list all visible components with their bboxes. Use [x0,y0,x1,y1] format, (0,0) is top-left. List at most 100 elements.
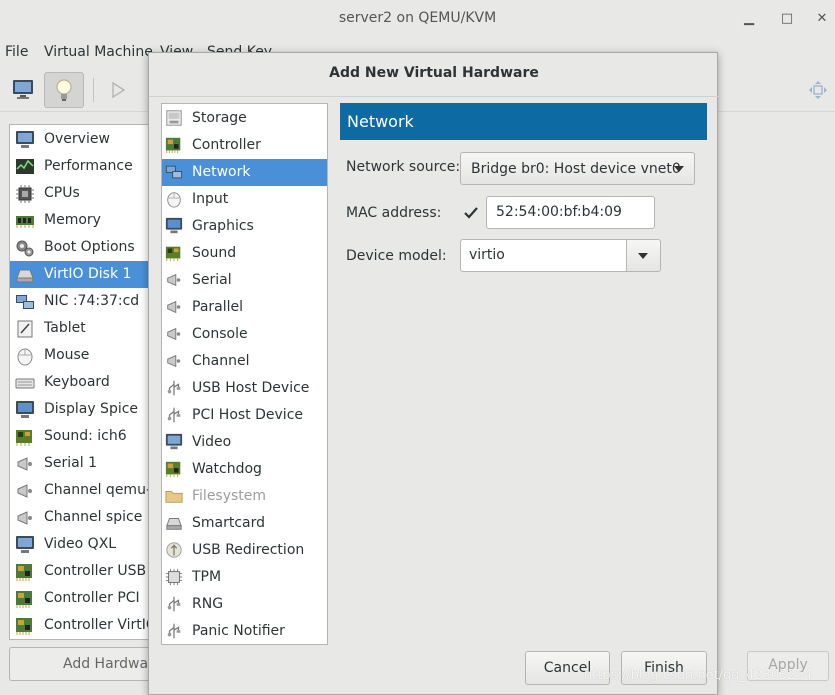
pci-icon [167,407,181,423]
network-card-icon [165,165,183,179]
hardware-type-label: Smartcard [192,515,266,531]
sidebar-item-label: Tablet [44,320,86,336]
hardware-type-usb-redirection[interactable]: USB Redirection [162,537,327,564]
hardware-type-storage[interactable]: Storage [162,105,327,132]
minimize-button[interactable]: ▁ [739,9,759,29]
hardware-type-label: RNG [192,596,224,612]
hardware-type-pci-host-device[interactable]: PCI Host Device [162,402,327,429]
channel-icon [17,511,32,525]
storage-icon [166,110,182,126]
hardware-type-network[interactable]: Network [162,159,327,186]
checkmark-icon [464,207,478,219]
hardware-type-label: Storage [192,110,247,126]
hardware-type-label: Serial [192,272,232,288]
dialog-title: Add New Virtual Hardware [329,65,539,81]
display-icon [16,401,34,418]
mac-address-input[interactable]: 52:54:00:bf:b4:09 [486,196,655,229]
network-source-value: Bridge br0: Host device vnet0 [471,161,681,177]
sidebar-item-label: Controller PCI [44,590,140,606]
device-model-input[interactable]: virtio [460,239,627,272]
details-view-button[interactable] [44,72,84,108]
hardware-type-label: Input [192,191,229,207]
sidebar-item-boot-options[interactable]: Boot Options [10,234,150,261]
hardware-type-video[interactable]: Video [162,429,327,456]
console-view-button[interactable] [3,72,43,108]
sound-card-icon [165,246,181,262]
controller-icon [165,137,181,154]
video-icon [16,536,34,553]
sidebar-item-controller-virtio-serial[interactable]: Controller VirtIO Serial [10,612,150,639]
sidebar-item-serial-1[interactable]: Serial 1 [10,450,150,477]
mac-address-label: MAC address: [346,205,442,221]
hardware-type-tpm[interactable]: TPM [162,564,327,591]
hardware-type-channel[interactable]: Channel [162,348,327,375]
sidebar-item-memory[interactable]: Memory [10,207,150,234]
sidebar-item-keyboard[interactable]: Keyboard [10,369,150,396]
fullscreen-icon[interactable] [808,80,828,100]
mouse-icon [17,348,33,366]
serial-port-icon [167,327,181,341]
sidebar-item-label: Video QXL [44,536,117,552]
hardware-type-label: Console [192,326,248,342]
hardware-type-input[interactable]: Input [162,186,327,213]
hardware-type-controller[interactable]: Controller [162,132,327,159]
hardware-type-panic-notifier[interactable]: Panic Notifier [162,618,327,644]
sidebar-item-overview[interactable]: Overview [10,126,150,153]
hardware-type-rng[interactable]: RNG [162,591,327,618]
display-icon [165,217,183,234]
sidebar-item-controller-pci[interactable]: Controller PCI [10,585,150,612]
sidebar-item-nic-74-37-cd[interactable]: NIC :74:37:cd [10,288,150,315]
hardware-type-graphics[interactable]: Graphics [162,213,327,240]
hardware-type-smartcard[interactable]: Smartcard [162,510,327,537]
video-icon [165,433,183,450]
section-title: Network [347,112,414,131]
hardware-type-parallel[interactable]: Parallel [162,294,327,321]
hardware-type-label: Filesystem [192,488,267,504]
menu-virtual-machine[interactable]: Virtual Machine [44,44,153,60]
sidebar-item-performance[interactable]: Performance [10,153,150,180]
sidebar-item-sound-ich6[interactable]: Sound: ich6 [10,423,150,450]
sidebar-item-video-qxl[interactable]: Video QXL [10,531,150,558]
run-button[interactable] [98,72,138,108]
close-button[interactable]: ✕ [812,9,832,29]
hardware-type-filesystem: Filesystem [162,483,327,510]
sidebar-item-virtio-disk-1[interactable]: VirtIO Disk 1 [10,261,150,288]
sound-card-icon [16,430,32,446]
tpm-chip-icon [165,568,183,586]
sidebar-item-mouse[interactable]: Mouse [10,342,150,369]
hardware-type-serial[interactable]: Serial [162,267,327,294]
hardware-type-watchdog[interactable]: Watchdog [162,456,327,483]
sidebar-item-cpus[interactable]: CPUs [10,180,150,207]
sidebar-item-channel-qemu-ga[interactable]: Channel qemu-ga [10,477,150,504]
sidebar-item-label: Memory [44,212,101,228]
rng-icon [167,596,181,612]
hardware-type-label: Panic Notifier [192,623,285,639]
sidebar-item-tablet[interactable]: Tablet [10,315,150,342]
memory-icon [16,216,34,228]
play-icon [112,81,126,99]
menu-file[interactable]: File [5,44,28,60]
usb-redirection-icon [166,542,182,558]
watchdog-icon [165,461,181,478]
window-title: server2 on QEMU/KVM [338,10,497,26]
sidebar-item-channel-spice[interactable]: Channel spice [10,504,150,531]
sidebar-item-label: CPUs [44,185,80,201]
controller-icon [16,591,32,608]
device-model-value: virtio [469,247,505,263]
hardware-type-console[interactable]: Console [162,321,327,348]
add-hardware-dialog: Add New Virtual Hardware Storage Controll… [148,52,719,695]
hardware-type-usb-host-device[interactable]: USB Host Device [162,375,327,402]
sidebar-item-display-spice[interactable]: Display Spice [10,396,150,423]
serial-port-icon [167,273,181,287]
maximize-button[interactable]: □ [777,9,797,29]
mac-address-checkbox[interactable] [463,205,479,221]
serial-port-icon [17,457,32,471]
dialog-title-separator [149,96,719,97]
device-model-label: Device model: [346,248,447,264]
network-source-dropdown[interactable]: Bridge br0: Host device vnet0 [460,152,695,185]
sidebar-item-controller-usb[interactable]: Controller USB [10,558,150,585]
sidebar-item-label: Overview [44,131,110,147]
device-model-dropdown-button[interactable] [627,239,661,272]
hardware-type-sound[interactable]: Sound [162,240,327,267]
section-header: Network [340,103,707,140]
